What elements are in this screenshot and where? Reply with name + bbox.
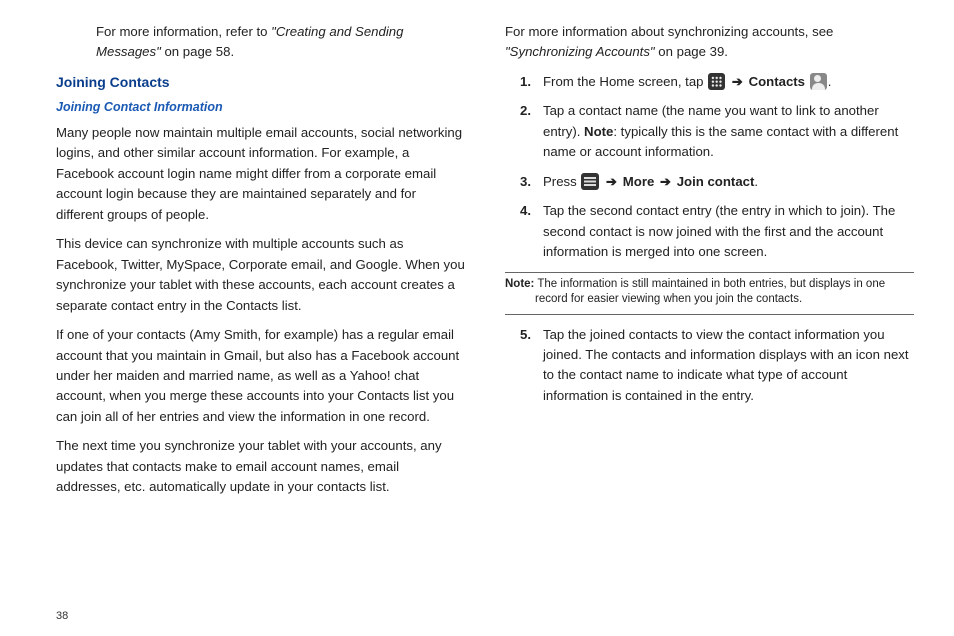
contacts-label: Contacts [749,74,805,89]
arrow-icon: ➔ [658,174,673,189]
intro-prefix: For more information, refer to [96,24,271,39]
contact-person-icon [810,73,827,90]
paragraph-4: The next time you synchronize your table… [56,436,465,497]
intro-reference: For more information, refer to "Creating… [56,22,465,63]
step-1-end: . [828,74,832,89]
step-body: Tap the second contact entry (the entry … [543,201,914,262]
sync-suffix: on page 39. [655,44,728,59]
paragraph-3: If one of your contacts (Amy Smith, for … [56,325,465,427]
heading-joining-contacts: Joining Contacts [56,72,465,94]
steps-list-continued: 5. Tap the joined contacts to view the c… [505,325,914,407]
more-label: More [623,174,655,189]
page-number: 38 [56,610,68,622]
paragraph-1: Many people now maintain multiple email … [56,123,465,225]
left-column: For more information, refer to "Creating… [56,22,465,626]
step-number: 2. [505,101,531,162]
step-3-end: . [754,174,758,189]
step-body: Press ➔ More ➔ Join contact. [543,172,914,192]
join-contact-label: Join contact [677,174,755,189]
step-3: 3. Press ➔ More ➔ Join contact. [505,172,914,192]
step-5: 5. Tap the joined contacts to view the c… [505,325,914,407]
step-body: Tap the joined contacts to view the cont… [543,325,914,407]
step-1-text-a: From the Home screen, tap [543,74,707,89]
steps-list: 1. From the Home screen, tap ➔ Contacts … [505,72,914,263]
step-number: 5. [505,325,531,407]
separator-top [505,272,914,273]
step-1: 1. From the Home screen, tap ➔ Contacts … [505,72,914,92]
step-4: 4. Tap the second contact entry (the ent… [505,201,914,262]
inline-note-label: Note [584,124,613,139]
right-column: For more information about synchronizing… [505,22,914,626]
paragraph-2: This device can synchronize with multipl… [56,234,465,316]
step-body: From the Home screen, tap ➔ Contacts . [543,72,914,92]
sync-prefix: For more information about synchronizing… [505,24,833,39]
step-number: 1. [505,72,531,92]
note-block: Note: The information is still maintaine… [505,277,914,308]
step-3-text-a: Press [543,174,580,189]
sync-ref-title: "Synchronizing Accounts" [505,44,655,59]
step-number: 4. [505,201,531,262]
sync-reference: For more information about synchronizing… [505,22,914,63]
intro-suffix: on page 58. [161,44,234,59]
manual-page: For more information, refer to "Creating… [0,0,954,636]
apps-grid-icon [708,73,725,90]
separator-bottom [505,314,914,315]
heading-joining-contact-information: Joining Contact Information [56,98,465,117]
note-label: Note: [505,278,534,290]
menu-icon [581,173,599,190]
step-body: Tap a contact name (the name you want to… [543,101,914,162]
arrow-icon: ➔ [730,74,745,89]
step-2: 2. Tap a contact name (the name you want… [505,101,914,162]
note-body: The information is still maintained in b… [534,278,885,306]
arrow-icon: ➔ [604,174,619,189]
step-number: 3. [505,172,531,192]
